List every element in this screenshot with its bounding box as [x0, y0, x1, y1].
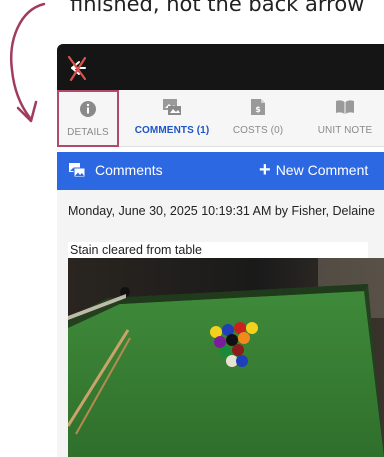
tab-details-label: DETAILS [67, 127, 109, 138]
comment-photo[interactable] [68, 258, 384, 457]
comments-title-label: Comments [95, 162, 163, 178]
info-icon [80, 101, 96, 117]
cost-document-icon: $ [251, 99, 265, 115]
image-comment-icon [163, 99, 181, 115]
svg-text:$: $ [255, 105, 261, 114]
tab-unit-note-label: UNIT NOTE [317, 125, 373, 136]
back-arrow-crossed-out-icon[interactable] [65, 54, 89, 82]
tab-details[interactable]: DETAILS [57, 90, 119, 147]
tab-costs[interactable]: $ COSTS (0) [225, 90, 291, 147]
new-comment-button[interactable]: + New Comment [259, 159, 369, 181]
annotation-arrow-icon [10, 2, 46, 123]
tab-comments-label: COMMENTS (1) [134, 125, 210, 136]
new-comment-label: New Comment [275, 162, 369, 178]
comments-list: Monday, June 30, 2025 10:19:31 AM by Fis… [57, 190, 384, 457]
book-icon [336, 100, 354, 114]
tab-comments[interactable]: COMMENTS (1) [123, 90, 221, 147]
plus-icon: + [259, 159, 271, 181]
comments-title: Comments [69, 162, 163, 178]
image-comment-icon [69, 163, 85, 177]
comments-header-bar: Comments + New Comment [57, 152, 384, 190]
phone-screen: DETAILS COMMENTS (1) $ COSTS (0) UNIT NO… [57, 44, 384, 457]
top-bar [57, 44, 384, 90]
pool-table-photo [68, 258, 384, 457]
tab-costs-label: COSTS (0) [232, 125, 284, 136]
comment-meta: Monday, June 30, 2025 10:19:31 AM by Fis… [68, 204, 375, 218]
comment-text: Stain cleared from table [68, 242, 368, 258]
tab-unit-note[interactable]: UNIT NOTE [295, 90, 384, 147]
tab-bar: DETAILS COMMENTS (1) $ COSTS (0) UNIT NO… [57, 90, 384, 147]
